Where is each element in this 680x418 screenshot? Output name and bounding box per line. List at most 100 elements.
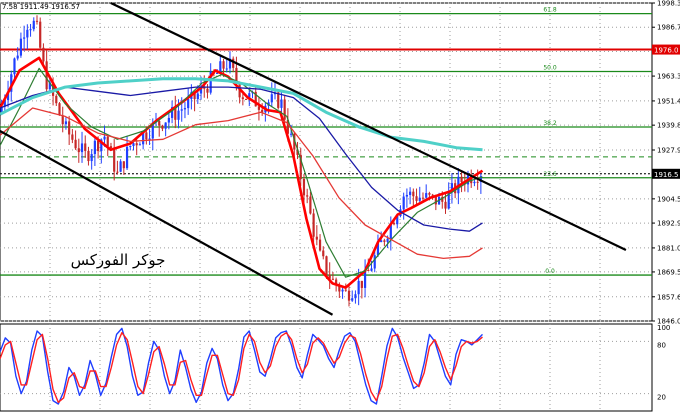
candle-body xyxy=(270,94,273,103)
candle-body xyxy=(84,143,87,151)
candle-body xyxy=(409,191,412,195)
candle-body xyxy=(309,196,312,214)
candle-body xyxy=(103,136,106,140)
candle-body xyxy=(357,280,360,295)
candle-body xyxy=(148,138,151,140)
candle-body xyxy=(161,125,164,129)
candle-body xyxy=(257,106,261,110)
candle-body xyxy=(187,99,190,109)
y-tick-label: 1986.7 xyxy=(657,24,680,32)
candle-body xyxy=(19,38,23,56)
candle-body xyxy=(177,110,180,120)
candle-body xyxy=(280,99,283,108)
fib-level-label: 0.0 xyxy=(545,268,555,275)
trading-chart: 1998.31986.71975.11963.31951.41939.81927… xyxy=(0,0,680,414)
candle-body xyxy=(460,176,463,183)
candle-body xyxy=(180,109,183,111)
candle-body xyxy=(428,193,431,195)
candle-body xyxy=(132,143,135,147)
candle-body xyxy=(116,171,119,173)
candle-body xyxy=(289,133,293,135)
candle-body xyxy=(473,181,476,184)
candle-body xyxy=(347,290,351,301)
ohlc-readout: 7.58 1911.49 1916.57 xyxy=(2,3,80,11)
candle-body xyxy=(354,294,357,299)
candle-body xyxy=(39,21,42,48)
y-tick-label: 1927.9 xyxy=(657,146,680,154)
candle-body xyxy=(318,239,322,251)
candle-body xyxy=(13,58,16,75)
candle-body xyxy=(373,255,376,269)
candle-body xyxy=(315,236,318,240)
candle-body xyxy=(135,143,138,146)
candle-body xyxy=(138,144,142,146)
y-tick-label: 1904.5 xyxy=(657,195,680,203)
chart-background xyxy=(0,0,680,414)
y-tick-label: 1869.5 xyxy=(657,268,680,276)
candle-body xyxy=(283,99,286,120)
stochastic-tick-label: 100 xyxy=(657,324,670,332)
stochastic-tick-label: 20 xyxy=(657,394,666,402)
candle-body xyxy=(97,140,100,152)
candle-body xyxy=(90,154,93,162)
watermark-text: جوكر الفوركس xyxy=(71,251,166,269)
candle-body xyxy=(360,280,363,288)
candle-body xyxy=(302,179,306,196)
y-tick-label: 1892.9 xyxy=(657,220,680,228)
candle-body xyxy=(26,29,29,38)
stochastic-tick-label: 80 xyxy=(657,341,666,349)
candle-body xyxy=(183,108,187,110)
candle-body xyxy=(113,147,116,172)
candle-body xyxy=(42,47,45,62)
candle-body xyxy=(68,121,71,135)
candle-body xyxy=(16,55,19,59)
y-tick-label: 1951.4 xyxy=(657,97,680,105)
candle-body xyxy=(421,197,425,199)
candle-body xyxy=(119,161,122,172)
candle-body xyxy=(29,29,32,31)
candle-body xyxy=(158,120,161,126)
y-tick-label: 1857.6 xyxy=(657,293,680,301)
candle-body xyxy=(322,250,325,257)
candle-body xyxy=(418,197,421,201)
candle-body xyxy=(58,103,61,116)
candle-body xyxy=(74,139,77,149)
candle-body xyxy=(325,256,328,275)
candle-body xyxy=(370,268,373,271)
y-tick-label: 1881.0 xyxy=(657,244,680,252)
candle-body xyxy=(206,88,209,93)
candle-body xyxy=(167,117,170,123)
candle-body xyxy=(383,240,386,242)
candle-body xyxy=(64,121,68,125)
current-price-label: 1916.5 xyxy=(654,171,679,179)
y-tick-label: 1998.3 xyxy=(657,0,680,8)
candle-body xyxy=(331,278,335,280)
resistance-price-label: 1976.0 xyxy=(654,47,679,55)
candle-body xyxy=(106,136,109,147)
candle-body xyxy=(77,148,80,153)
candle-body xyxy=(32,20,35,30)
candle-body xyxy=(277,92,280,108)
candle-body xyxy=(129,146,132,148)
candle-body xyxy=(241,97,244,99)
candle-body xyxy=(122,161,125,169)
candle-body xyxy=(232,58,235,68)
candle-body xyxy=(386,238,389,242)
fib-level-label: 38.2 xyxy=(543,120,557,127)
candle-body xyxy=(55,95,58,104)
candle-body xyxy=(444,201,447,209)
candle-body xyxy=(425,193,428,198)
candle-body xyxy=(35,20,39,22)
candle-body xyxy=(145,132,148,140)
candle-body xyxy=(367,269,370,271)
candle-body xyxy=(222,61,225,69)
fib-level-label: 61.8 xyxy=(543,7,557,14)
candle-body xyxy=(93,140,96,155)
y-tick-label: 1939.8 xyxy=(657,122,680,130)
candle-body xyxy=(351,298,354,301)
candle-body xyxy=(402,196,405,210)
candle-body xyxy=(412,191,415,197)
candle-body xyxy=(405,194,408,197)
candle-body xyxy=(244,98,248,100)
candle-body xyxy=(476,181,479,183)
